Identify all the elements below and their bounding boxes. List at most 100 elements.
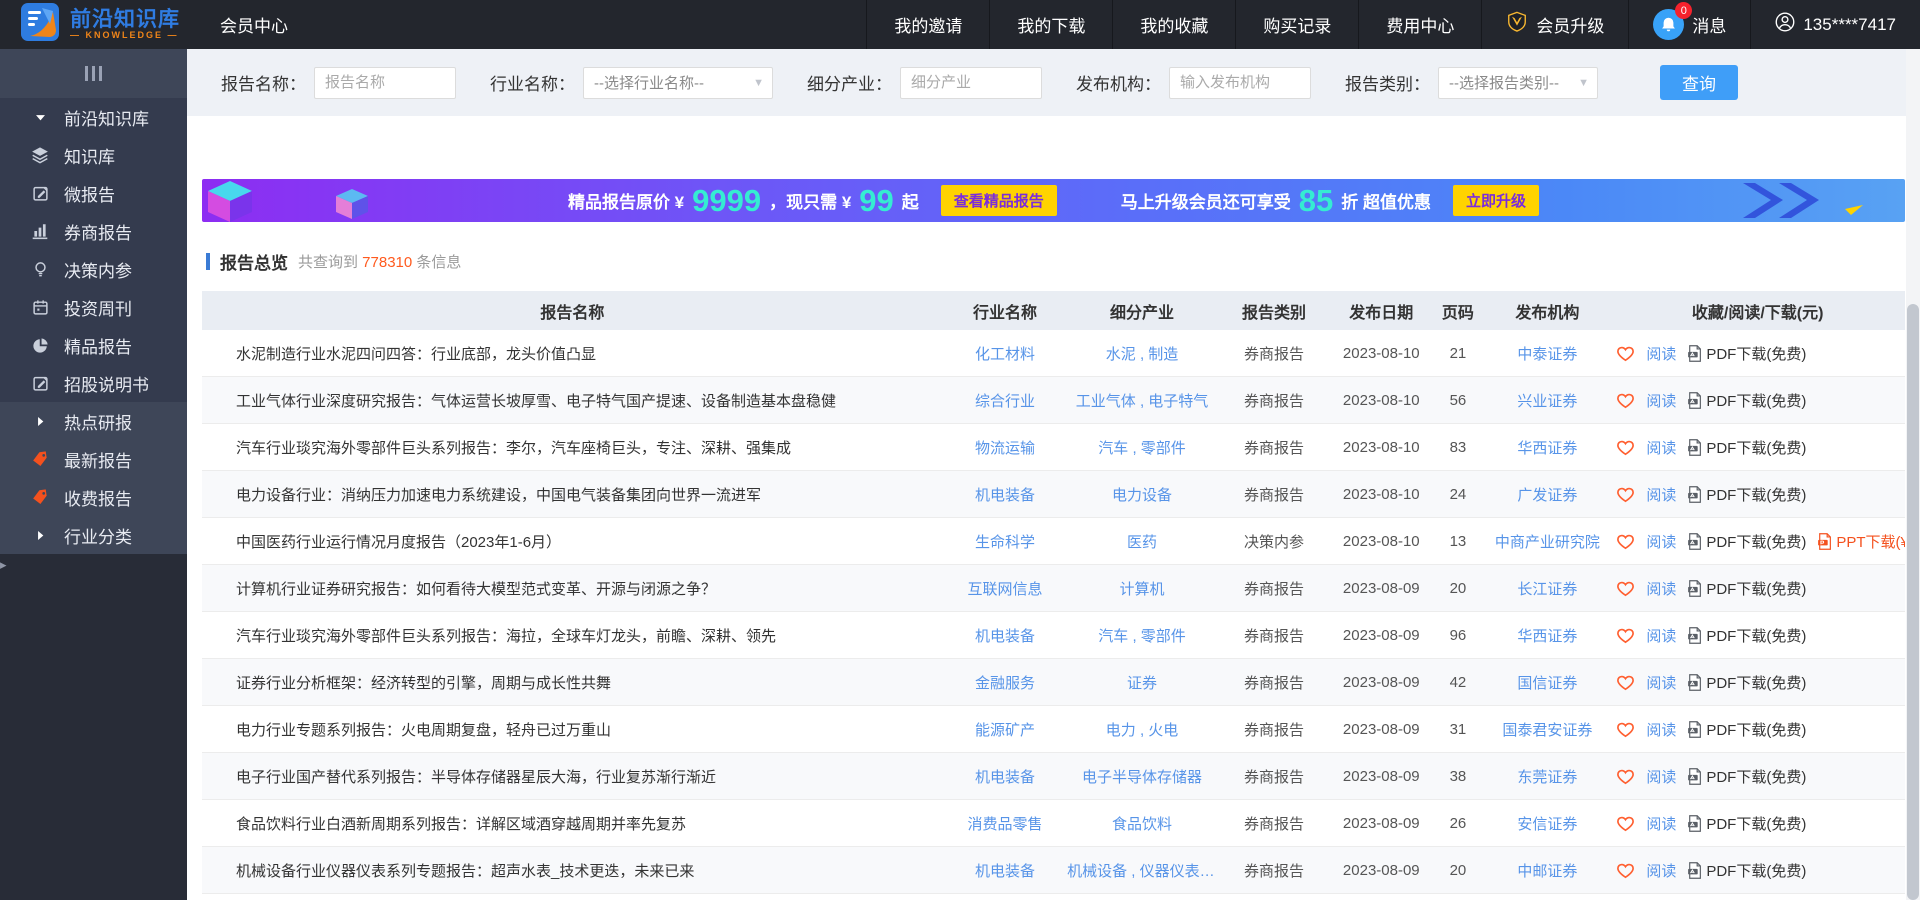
segment-link[interactable]: 电力设备 — [1067, 484, 1217, 505]
sidebar-item-行业分类[interactable]: 行业分类 — [0, 516, 187, 554]
publisher-link[interactable]: 国泰君安证券 — [1484, 719, 1610, 740]
publisher-link[interactable]: 华西证券 — [1484, 625, 1610, 646]
segment-link[interactable]: 水泥 , 制造 — [1067, 343, 1217, 364]
pdf-download-link[interactable]: PDF下载(免费) — [1687, 860, 1806, 881]
industry-link[interactable]: 机电装备 — [943, 860, 1067, 881]
header-menu-item[interactable]: 我的收藏 — [1112, 0, 1235, 49]
panel-collapse-arrow-icon[interactable]: ▸ — [0, 557, 7, 573]
publisher-link[interactable]: 东莞证券 — [1484, 766, 1610, 787]
publisher-link[interactable]: 安信证券 — [1484, 813, 1610, 834]
segment-link[interactable]: 机械设备 , 仪器仪表 , 机械设备 — [1067, 860, 1217, 881]
header-menu-item[interactable]: 我的下载 — [989, 0, 1112, 49]
segment-link[interactable]: 食品饮料 — [1067, 813, 1217, 834]
pdf-download-link[interactable]: PDF下载(免费) — [1687, 719, 1806, 740]
favorite-heart-icon[interactable] — [1616, 767, 1635, 785]
pdf-download-link[interactable]: PDF下载(免费) — [1687, 484, 1806, 505]
segment-link[interactable]: 汽车 , 零部件 — [1067, 625, 1217, 646]
report-name-link[interactable]: 机械设备行业仪器仪表系列专题报告：超声水表_技术更迭，未来已来 — [202, 860, 943, 881]
segment-link[interactable]: 工业气体 , 电子特气 — [1067, 390, 1217, 411]
segment-link[interactable]: 汽车 , 零部件 — [1067, 437, 1217, 458]
pdf-download-link[interactable]: PDF下载(免费) — [1687, 813, 1806, 834]
industry-link[interactable]: 机电装备 — [943, 625, 1067, 646]
read-link[interactable]: 阅读 — [1646, 813, 1676, 834]
sidebar-item-精品报告[interactable]: 精品报告 — [0, 326, 187, 364]
favorite-heart-icon[interactable] — [1616, 579, 1635, 597]
publisher-link[interactable]: 中商产业研究院 — [1484, 531, 1610, 552]
vertical-scrollbar[interactable] — [1906, 49, 1920, 900]
read-link[interactable]: 阅读 — [1646, 484, 1676, 505]
read-link[interactable]: 阅读 — [1646, 766, 1676, 787]
header-menu-item[interactable]: 购买记录 — [1235, 0, 1358, 49]
pdf-download-link[interactable]: PDF下载(免费) — [1687, 578, 1806, 599]
industry-link[interactable]: 机电装备 — [943, 484, 1067, 505]
segment-link[interactable]: 计算机 — [1067, 578, 1217, 599]
read-link[interactable]: 阅读 — [1646, 860, 1676, 881]
industry-select[interactable]: --选择行业名称-- ▼ — [583, 67, 773, 99]
industry-link[interactable]: 能源矿产 — [943, 719, 1067, 740]
industry-link[interactable]: 化工材料 — [943, 343, 1067, 364]
favorite-heart-icon[interactable] — [1616, 438, 1635, 456]
upgrade-now-button[interactable]: 立即升级 — [1453, 185, 1539, 216]
report-type-select[interactable]: --选择报告类别-- ▼ — [1438, 67, 1598, 99]
sidebar-item-招股说明书[interactable]: 招股说明书 — [0, 364, 187, 402]
favorite-heart-icon[interactable] — [1616, 861, 1635, 879]
nav-member-center[interactable]: 会员中心 — [194, 0, 314, 49]
industry-link[interactable]: 金融服务 — [943, 672, 1067, 693]
report-name-link[interactable]: 电力行业专题系列报告：火电周期复盘，轻舟已过万重山 — [202, 719, 943, 740]
industry-link[interactable]: 物流运输 — [943, 437, 1067, 458]
pdf-download-link[interactable]: PDF下载(免费) — [1687, 672, 1806, 693]
publisher-link[interactable]: 国信证券 — [1484, 672, 1610, 693]
report-name-link[interactable]: 电子行业国产替代系列报告：半导体存储器星辰大海，行业复苏渐行渐近 — [202, 766, 943, 787]
promo-banner[interactable]: 精品报告原价 ¥9999，现只需 ¥99 起 查看精品报告 马上升级会员还可享受… — [202, 179, 1905, 222]
read-link[interactable]: 阅读 — [1646, 343, 1676, 364]
report-name-link[interactable]: 食品饮料行业白酒新周期系列报告：详解区域酒穿越周期并率先复苏 — [202, 813, 943, 834]
sidebar-item-收费报告[interactable]: 收费报告 — [0, 478, 187, 516]
publisher-link[interactable]: 中邮证券 — [1484, 860, 1610, 881]
pdf-download-link[interactable]: PDF下载(免费) — [1687, 625, 1806, 646]
pdf-download-link[interactable]: PDF下载(免费) — [1687, 766, 1806, 787]
industry-link[interactable]: 生命科学 — [943, 531, 1067, 552]
segment-input[interactable] — [900, 67, 1042, 99]
header-menu-item[interactable]: 费用中心 — [1358, 0, 1481, 49]
read-link[interactable]: 阅读 — [1646, 390, 1676, 411]
pdf-download-link[interactable]: PDF下载(免费) — [1687, 531, 1806, 552]
report-name-link[interactable]: 中国医药行业运行情况月度报告（2023年1-6月） — [202, 531, 943, 552]
vip-upgrade-button[interactable]: 会员升级 — [1481, 0, 1628, 49]
report-name-link[interactable]: 水泥制造行业水泥四问四答：行业底部，龙头价值凸显 — [202, 343, 943, 364]
report-name-link[interactable]: 电力设备行业：消纳压力加速电力系统建设，中国电气装备集团向世界一流进军 — [202, 484, 943, 505]
favorite-heart-icon[interactable] — [1616, 532, 1635, 550]
sidebar-item-最新报告[interactable]: 最新报告 — [0, 440, 187, 478]
favorite-heart-icon[interactable] — [1616, 391, 1635, 409]
favorite-heart-icon[interactable] — [1616, 485, 1635, 503]
ppt-download-link[interactable]: PPT下载(¥15) — [1817, 531, 1905, 552]
pdf-download-link[interactable]: PDF下载(免费) — [1687, 343, 1806, 364]
segment-link[interactable]: 电子半导体存储器 — [1067, 766, 1217, 787]
publisher-link[interactable]: 广发证券 — [1484, 484, 1610, 505]
read-link[interactable]: 阅读 — [1646, 531, 1676, 552]
pdf-download-link[interactable]: PDF下载(免费) — [1687, 437, 1806, 458]
segment-link[interactable]: 医药 — [1067, 531, 1217, 552]
read-link[interactable]: 阅读 — [1646, 625, 1676, 646]
sidebar-item-决策内参[interactable]: 决策内参 — [0, 250, 187, 288]
read-link[interactable]: 阅读 — [1646, 578, 1676, 599]
favorite-heart-icon[interactable] — [1616, 814, 1635, 832]
read-link[interactable]: 阅读 — [1646, 719, 1676, 740]
industry-link[interactable]: 机电装备 — [943, 766, 1067, 787]
favorite-heart-icon[interactable] — [1616, 720, 1635, 738]
sidebar-item-知识库[interactable]: 知识库 — [0, 136, 187, 174]
search-button[interactable]: 查询 — [1660, 65, 1738, 100]
report-name-link[interactable]: 汽车行业琰究海外零部件巨头系列报告：海拉，全球车灯龙头，前瞻、深耕、领先 — [202, 625, 943, 646]
view-premium-reports-button[interactable]: 查看精品报告 — [941, 185, 1057, 216]
publisher-link[interactable]: 中泰证券 — [1484, 343, 1610, 364]
report-name-link[interactable]: 证券行业分析框架：经济转型的引擎，周期与成长性共舞 — [202, 672, 943, 693]
user-account[interactable]: 135****7417 — [1750, 0, 1920, 49]
sidebar-item-前沿知识库[interactable]: 前沿知识库 — [0, 98, 187, 136]
industry-link[interactable]: 消费品零售 — [943, 813, 1067, 834]
sidebar-item-微报告[interactable]: 微报告 — [0, 174, 187, 212]
pdf-download-link[interactable]: PDF下载(免费) — [1687, 390, 1806, 411]
read-link[interactable]: 阅读 — [1646, 437, 1676, 458]
app-logo[interactable]: 前沿知识库 — KNOWLEDGE — — [0, 0, 194, 49]
industry-link[interactable]: 互联网信息 — [943, 578, 1067, 599]
publisher-link[interactable]: 兴业证券 — [1484, 390, 1610, 411]
industry-link[interactable]: 综合行业 — [943, 390, 1067, 411]
